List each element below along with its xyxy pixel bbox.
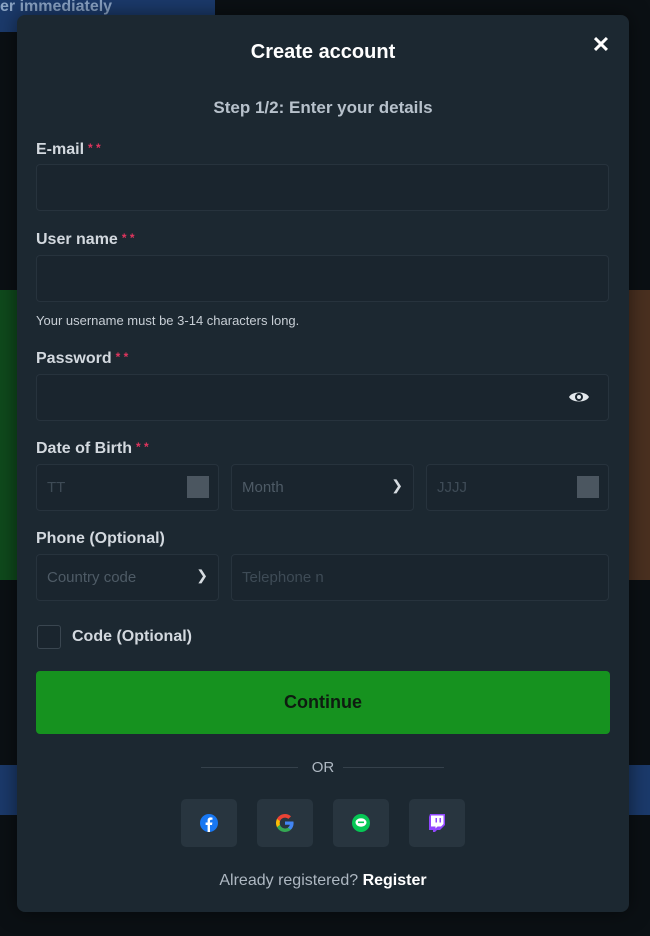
password-field[interactable]	[36, 374, 609, 421]
dob-month-select[interactable]: Month ❯	[231, 464, 414, 511]
twitch-icon	[429, 814, 445, 832]
email-label: E-mail * *	[36, 141, 101, 158]
eye-icon[interactable]	[568, 389, 590, 405]
google-button[interactable]	[257, 799, 313, 847]
code-checkbox[interactable]	[37, 625, 61, 649]
login-prompt: Already registered? Register	[17, 872, 629, 890]
month-placeholder: Month	[242, 479, 284, 496]
step-indicator: Step 1/2: Enter your details	[213, 98, 433, 117]
create-account-modal: Create account ✕ Step 1/2: Enter your de…	[17, 15, 629, 912]
chevron-down-icon: ❯	[196, 567, 208, 583]
year-placeholder: JJJJ	[437, 479, 467, 496]
modal-title: Create account	[250, 41, 396, 63]
chevron-down-icon: ❯	[391, 477, 403, 493]
telephone-field[interactable]: Telephone n	[231, 554, 609, 601]
username-field[interactable]	[36, 255, 609, 302]
footer-text: Already registered?	[219, 872, 359, 889]
username-hint: Your username must be 3-14 characters lo…	[36, 313, 300, 328]
or-label: OR	[311, 759, 335, 776]
register-link[interactable]: Register	[363, 872, 427, 889]
dob-day-field[interactable]: TT	[36, 464, 219, 511]
telephone-placeholder: Telephone n	[242, 569, 324, 586]
google-icon	[276, 814, 294, 832]
required-mark: * *	[115, 350, 129, 364]
background-panel	[0, 290, 17, 580]
facebook-icon	[200, 814, 218, 832]
required-mark: * *	[88, 141, 101, 155]
continue-button[interactable]: Continue	[36, 671, 610, 734]
country-code-select[interactable]: Country code ❯	[36, 554, 219, 601]
day-placeholder: TT	[47, 479, 66, 496]
country-placeholder: Country code	[47, 569, 137, 586]
email-field[interactable]	[36, 164, 609, 211]
dob-year-field[interactable]: JJJJ	[426, 464, 609, 511]
password-label: Password * *	[36, 350, 129, 367]
banner-text: er immediately	[0, 0, 113, 15]
required-mark: * *	[136, 440, 149, 454]
spinner-icon	[187, 476, 209, 498]
line-button[interactable]	[333, 799, 389, 847]
required-mark: * *	[121, 231, 135, 245]
line-icon	[352, 814, 370, 832]
dob-label: Date of Birth * *	[36, 440, 149, 457]
divider	[343, 767, 444, 768]
spinner-icon	[577, 476, 599, 498]
close-icon[interactable]: ✕	[591, 34, 611, 56]
code-label: Code (Optional)	[72, 628, 192, 645]
phone-label: Phone (Optional)	[36, 530, 165, 547]
facebook-button[interactable]	[181, 799, 237, 847]
twitch-button[interactable]	[409, 799, 465, 847]
username-label: User name * *	[36, 231, 135, 248]
background-panel	[629, 290, 650, 580]
